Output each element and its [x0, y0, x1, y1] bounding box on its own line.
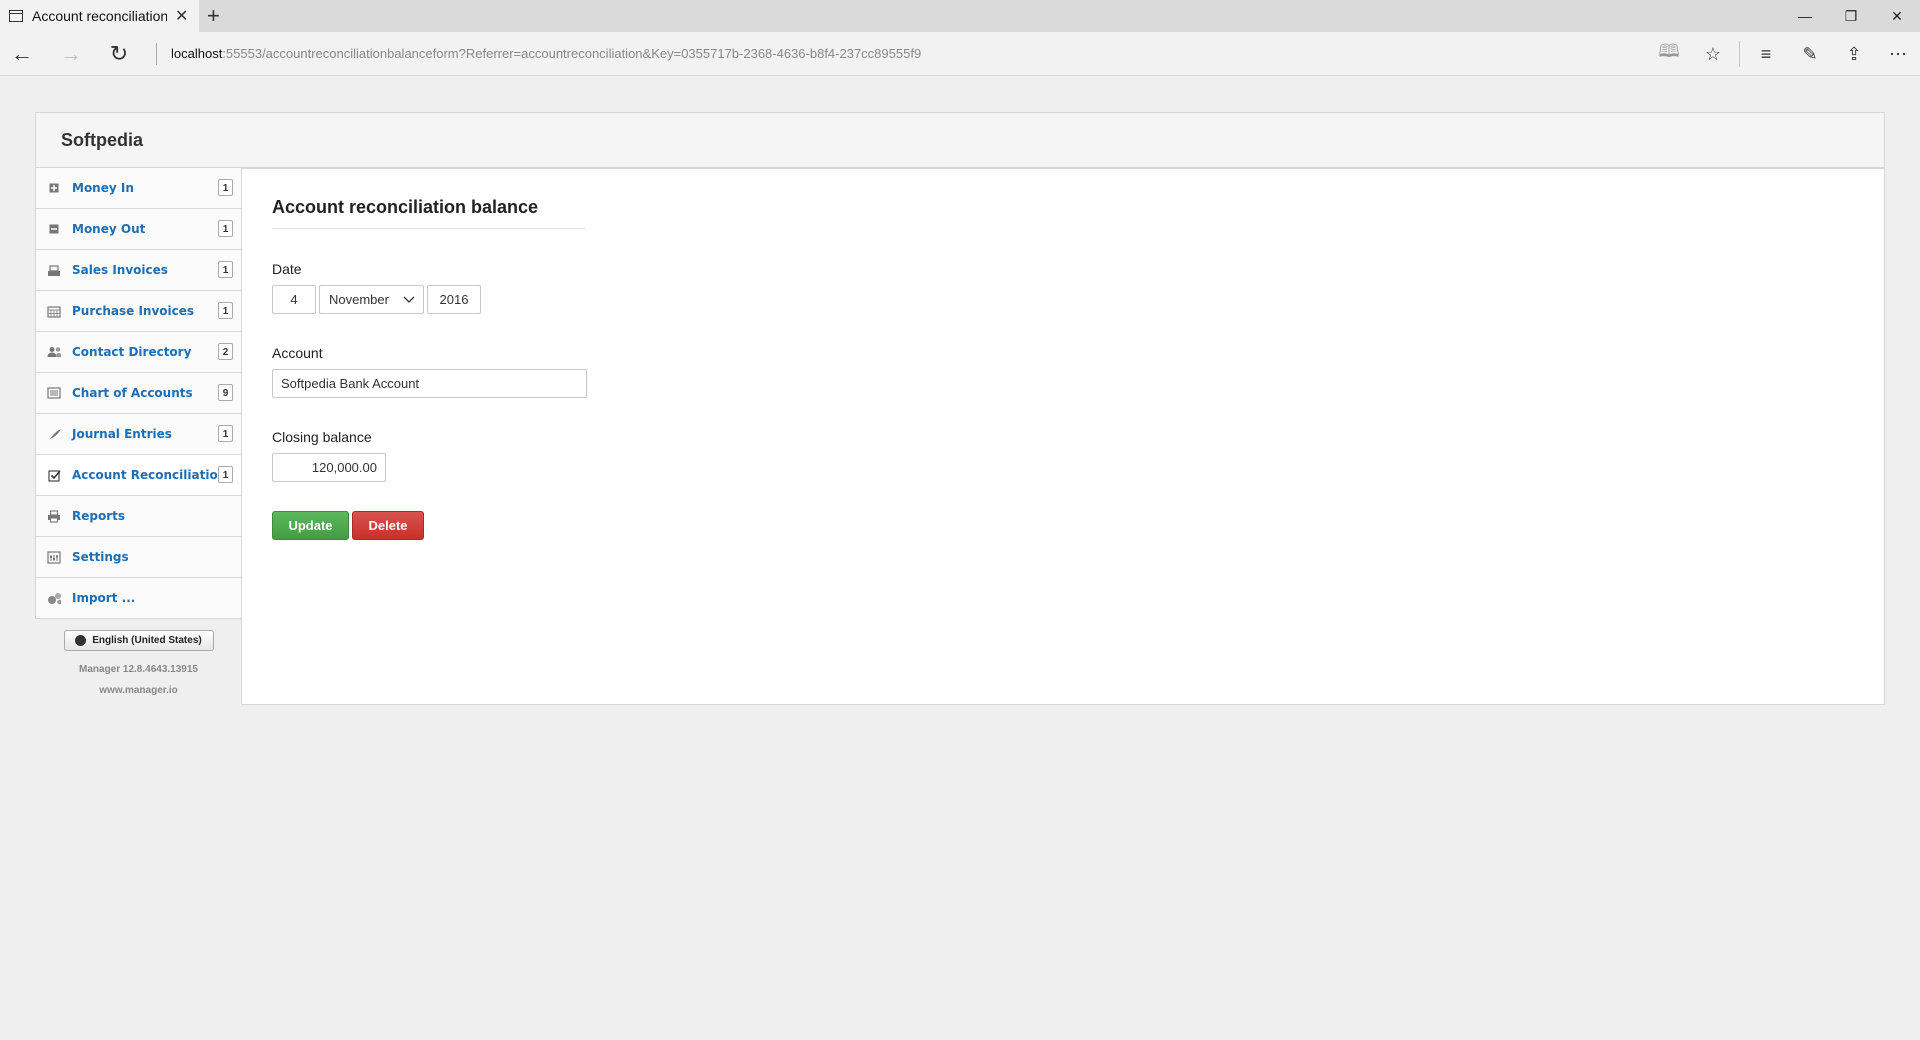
count-badge: 1 — [218, 466, 233, 483]
web-note-icon[interactable]: ✎ — [1788, 40, 1832, 68]
date-year-input[interactable]: 2016 — [427, 285, 481, 314]
sidebar-item-label: Journal Entries — [72, 427, 172, 441]
plus-box-icon — [47, 181, 61, 195]
business-name[interactable]: Softpedia — [61, 130, 143, 151]
count-badge: 9 — [218, 384, 233, 401]
sidebar-item-reports[interactable]: Reports — [35, 496, 242, 537]
ledger-icon — [47, 386, 61, 400]
date-month-value: November — [329, 292, 389, 307]
more-icon[interactable]: ⋯ — [1876, 40, 1920, 68]
account-select[interactable]: Softpedia Bank Account — [272, 369, 587, 398]
sidebar-item-import[interactable]: Import ... — [35, 578, 242, 619]
quill-icon — [47, 427, 61, 441]
checkbox-icon — [47, 468, 61, 482]
address-path: :55553/accountreconciliationbalanceform?… — [222, 46, 922, 61]
date-month-select[interactable]: November — [319, 285, 424, 314]
sidebar-item-label: Purchase Invoices — [72, 304, 195, 318]
reading-view-icon[interactable]: 🕮 — [1647, 40, 1691, 68]
date-label: Date — [272, 261, 302, 277]
closing-balance-label: Closing balance — [272, 429, 372, 445]
date-day-input[interactable]: 4 — [272, 285, 316, 314]
sidebar-item-purchase-invoices[interactable]: Purchase Invoices 1 — [35, 291, 242, 332]
website-link[interactable]: www.manager.io — [35, 685, 242, 696]
browser-tab[interactable]: Account reconciliation b ✕ — [0, 0, 199, 32]
close-window-icon[interactable]: ✕ — [1874, 0, 1920, 32]
back-icon[interactable]: ← — [8, 40, 36, 68]
sidebar-item-label: Settings — [72, 550, 129, 564]
import-icon — [47, 591, 61, 605]
count-badge: 1 — [218, 179, 233, 196]
language-button[interactable]: English (United States) — [63, 630, 214, 651]
sidebar-item-label: Sales Invoices — [72, 263, 168, 277]
main-content: Account reconciliation balance Date 4 No… — [241, 168, 1885, 705]
address-host: localhost — [171, 46, 223, 61]
settings-icon — [47, 550, 61, 564]
sidebar-item-label: Account Reconciliation — [72, 468, 227, 482]
minus-box-icon — [47, 222, 61, 236]
account-label: Account — [272, 345, 323, 361]
sidebar-item-account-reconciliation[interactable]: Account Reconciliation 1 — [35, 455, 242, 496]
refresh-icon[interactable]: ↻ — [105, 40, 133, 68]
hub-icon[interactable]: ≡ — [1744, 40, 1788, 68]
count-badge: 1 — [218, 425, 233, 442]
sidebar-item-label: Money In — [72, 181, 134, 195]
share-icon[interactable]: ⇪ — [1832, 40, 1876, 68]
count-badge: 1 — [218, 220, 233, 237]
page-title: Account reconciliation balance — [272, 197, 586, 229]
forward-icon[interactable]: → — [57, 40, 85, 68]
browser-tab-strip: Account reconciliation b ✕ + — ❐ ✕ — [0, 0, 1920, 32]
sidebar-item-label: Import ... — [72, 591, 136, 605]
sidebar-item-label: Reports — [72, 509, 126, 523]
count-badge: 2 — [218, 343, 233, 360]
window-controls: — ❐ ✕ — [1782, 0, 1920, 32]
printer-icon — [47, 509, 61, 523]
globe-icon — [75, 635, 87, 646]
new-tab-button[interactable]: + — [207, 3, 220, 29]
page-icon — [9, 10, 23, 22]
closing-balance-input[interactable]: 120,000.00 — [272, 453, 386, 482]
sidebar-item-sales-invoices[interactable]: Sales Invoices 1 — [35, 250, 242, 291]
address-bar[interactable]: localhost:55553/accountreconciliationbal… — [156, 43, 921, 65]
restore-icon[interactable]: ❐ — [1828, 0, 1874, 32]
chevron-down-icon — [403, 296, 415, 303]
app-header: Softpedia — [35, 112, 1885, 168]
count-badge: 1 — [218, 261, 233, 278]
sidebar-item-settings[interactable]: Settings — [35, 537, 242, 578]
sidebar-item-money-out[interactable]: Money Out 1 — [35, 209, 242, 250]
sidebar-item-journal-entries[interactable]: Journal Entries 1 — [35, 414, 242, 455]
sidebar-item-label: Money Out — [72, 222, 146, 236]
sidebar-item-label: Chart of Accounts — [72, 386, 193, 400]
count-badge: 1 — [218, 302, 233, 319]
sidebar: Money In 1 Money Out 1 Sales Invoices 1 … — [35, 168, 242, 696]
update-button[interactable]: Update — [272, 511, 349, 540]
version-text: Manager 12.8.4643.13915 — [79, 664, 198, 675]
language-label: English (United States) — [92, 635, 202, 646]
tab-close-icon[interactable]: ✕ — [175, 6, 188, 26]
minimize-icon[interactable]: — — [1782, 0, 1828, 32]
delete-button[interactable]: Delete — [352, 511, 424, 540]
sidebar-item-money-in[interactable]: Money In 1 — [35, 168, 242, 209]
sidebar-item-chart-of-accounts[interactable]: Chart of Accounts 9 — [35, 373, 242, 414]
sidebar-item-contact-directory[interactable]: Contact Directory 2 — [35, 332, 242, 373]
sidebar-item-label: Contact Directory — [72, 345, 192, 359]
tab-title: Account reconciliation b — [32, 8, 167, 24]
browser-navbar: ← → ↻ localhost:55553/accountreconciliat… — [0, 32, 1920, 76]
toolbar-divider — [1739, 41, 1740, 67]
people-icon — [47, 345, 61, 359]
favorite-star-icon[interactable]: ☆ — [1691, 40, 1735, 68]
browser-toolbar: 🕮 ☆ ≡ ✎ ⇪ ⋯ — [1647, 40, 1920, 68]
calendar-icon — [47, 304, 61, 318]
cash-register-icon — [47, 263, 61, 277]
